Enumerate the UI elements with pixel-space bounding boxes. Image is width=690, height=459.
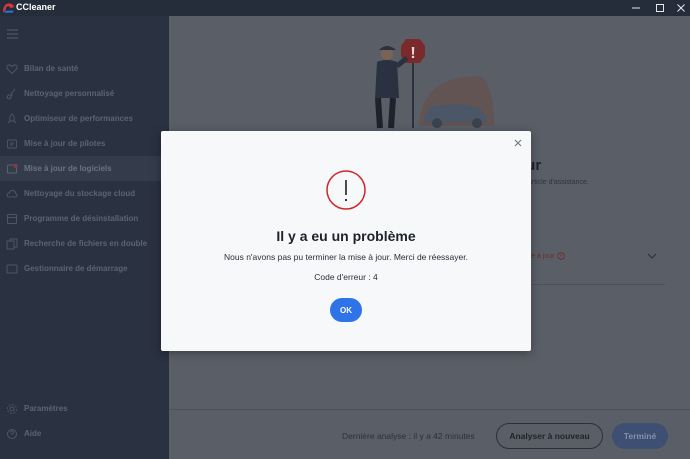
row-divider bbox=[513, 284, 665, 285]
ok-button[interactable]: OK bbox=[330, 298, 362, 322]
close-window-button[interactable] bbox=[667, 0, 690, 16]
error-code: Code d'erreur : 4 bbox=[314, 272, 378, 282]
dialog-message: Nous n'avons pas pu terminer la mise à j… bbox=[224, 252, 468, 262]
minimize-icon bbox=[632, 7, 640, 9]
sidebar-item-software-updater[interactable]: Mise à jour de logiciels bbox=[0, 156, 169, 181]
sidebar-item-label: Nettoyage personnalisé bbox=[24, 89, 115, 98]
close-icon bbox=[514, 139, 522, 147]
sidebar-item-custom-clean[interactable]: Nettoyage personnalisé bbox=[0, 81, 169, 106]
sidebar-item-duplicate-finder[interactable]: Recherche de fichiers en double bbox=[0, 231, 169, 256]
gear-icon bbox=[7, 403, 17, 414]
dialog-title: Il y a eu un problème bbox=[276, 228, 416, 244]
sidebar-item-label: Nettoyage du stockage cloud bbox=[24, 189, 136, 198]
error-icon bbox=[326, 170, 366, 210]
sidebar-item-cloud-cleaner[interactable]: Nettoyage du stockage cloud bbox=[0, 181, 169, 206]
sidebar-item-startup-manager[interactable]: Gestionnaire de démarrage bbox=[0, 256, 169, 281]
software-update-icon bbox=[7, 163, 18, 173]
cloud-icon bbox=[6, 189, 18, 197]
police-officer-illustration: ! bbox=[375, 39, 494, 129]
sidebar-item-driver-updater[interactable]: Mise à jour de pilotes bbox=[0, 131, 169, 156]
last-scan-status: Dernière analyse : il y a 42 minutes bbox=[342, 431, 475, 441]
broom-icon bbox=[6, 88, 16, 100]
sidebar-item-settings[interactable]: Paramètres bbox=[0, 396, 169, 421]
sidebar-item-uninstaller[interactable]: Programme de désinstallation bbox=[0, 206, 169, 231]
rocket-icon bbox=[7, 112, 17, 123]
menu-icon[interactable] bbox=[7, 29, 18, 39]
sidebar-item-label: Optimiseur de performances bbox=[24, 114, 133, 123]
info-icon bbox=[557, 252, 566, 260]
sidebar-item-label: Mise à jour de logiciels bbox=[24, 164, 112, 173]
close-icon bbox=[677, 4, 685, 12]
startup-icon bbox=[6, 264, 18, 273]
done-button[interactable]: Terminé bbox=[612, 423, 668, 449]
driver-icon bbox=[7, 139, 17, 148]
ccleaner-logo-icon bbox=[2, 3, 15, 13]
duplicate-files-icon bbox=[6, 238, 18, 249]
sidebar-item-label: Aide bbox=[24, 429, 42, 438]
sidebar-item-performance-optimizer[interactable]: Optimiseur de performances bbox=[0, 106, 169, 131]
error-dialog: Il y a eu un problème Nous n'avons pas p… bbox=[161, 131, 531, 351]
title-bar: CCleaner bbox=[0, 0, 690, 16]
help-icon bbox=[7, 428, 17, 439]
maximize-icon bbox=[656, 4, 664, 12]
sidebar: Bilan de santé Nettoyage personnalisé Op… bbox=[0, 16, 169, 459]
sidebar-item-label: Paramètres bbox=[24, 404, 68, 413]
svg-text:!: ! bbox=[410, 45, 415, 62]
sidebar-item-label: Gestionnaire de démarrage bbox=[24, 264, 128, 273]
heart-icon bbox=[6, 63, 18, 74]
sidebar-item-label: Mise à jour de pilotes bbox=[24, 139, 106, 148]
sidebar-item-health-check[interactable]: Bilan de santé bbox=[0, 56, 169, 81]
app-title: CCleaner bbox=[16, 2, 56, 12]
rescan-button[interactable]: Analyser à nouveau bbox=[496, 423, 603, 449]
sidebar-item-label: Programme de désinstallation bbox=[24, 214, 139, 223]
chevron-down-icon[interactable] bbox=[647, 252, 657, 260]
sidebar-item-help[interactable]: Aide bbox=[0, 421, 169, 446]
footer-bar: Dernière analyse : il y a 42 minutes Ana… bbox=[169, 409, 690, 459]
sidebar-item-label: Bilan de santé bbox=[24, 64, 79, 73]
dialog-close-button[interactable] bbox=[512, 137, 524, 149]
uninstall-icon bbox=[7, 213, 17, 224]
sidebar-item-label: Recherche de fichiers en double bbox=[24, 239, 148, 248]
